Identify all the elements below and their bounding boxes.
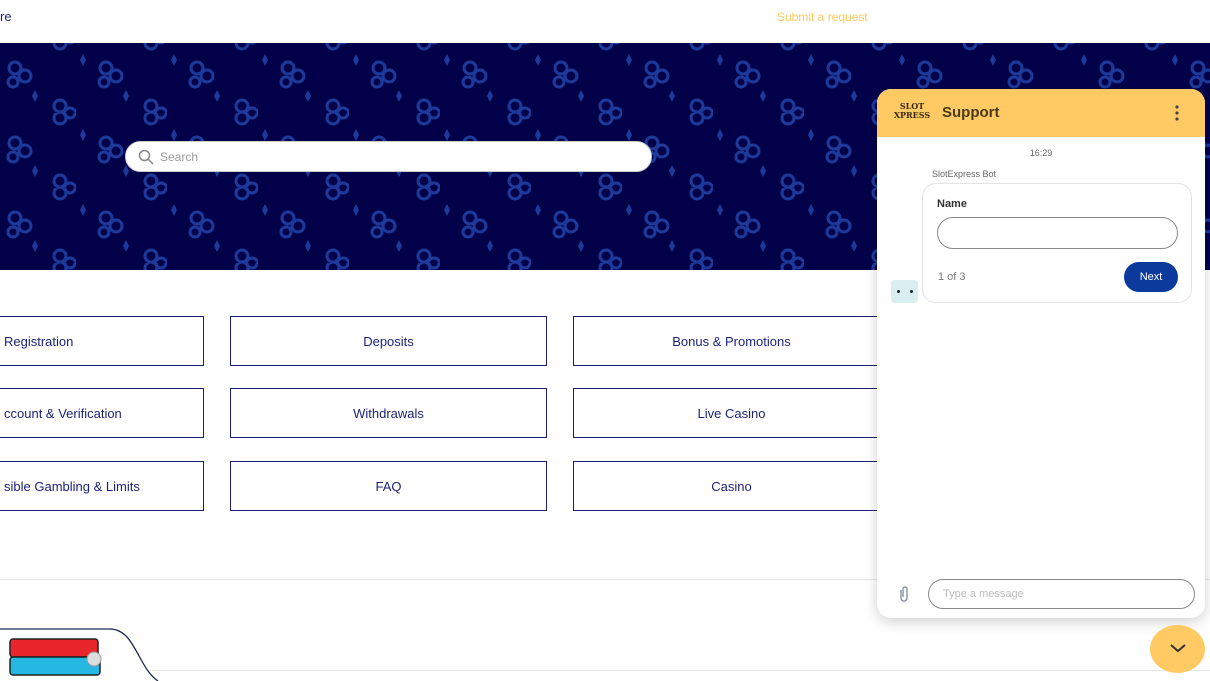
name-label: Name [937,198,967,210]
category-responsible-gambling[interactable]: sible Gambling & Limits [0,461,204,511]
message-input[interactable] [928,579,1195,609]
step-indicator: 1 of 3 [938,271,966,283]
chat-header: SLOT XPRESS Support [877,89,1205,137]
gokken-online-logo[interactable] [8,635,108,677]
sender-name: SlotExpress Bot [932,169,997,179]
category-withdrawals[interactable]: Withdrawals [230,388,547,438]
category-live-casino[interactable]: Live Casino [573,388,890,438]
paperclip-icon[interactable] [897,585,911,603]
category-account-verification[interactable]: ccount & Verification [0,388,204,438]
more-options-icon[interactable] [1170,104,1184,122]
category-casino[interactable]: Casino [573,461,890,511]
top-bar: re Submit a request [0,0,1210,43]
divider [150,670,1210,671]
category-deposits[interactable]: Deposits [230,316,547,366]
category-bonus-promotions[interactable]: Bonus & Promotions [573,316,890,366]
next-button[interactable]: Next [1124,262,1178,292]
search-input[interactable] [160,147,640,167]
search-box[interactable] [125,141,652,172]
chevron-down-icon [1169,643,1186,652]
message-timestamp: 16:29 [1029,148,1053,158]
name-form-card: Name 1 of 3 Next [922,183,1192,303]
chat-toggle-button[interactable] [1150,625,1205,673]
bot-avatar [891,280,918,303]
submit-request-link[interactable]: Submit a request [777,10,868,24]
nav-link[interactable]: re [0,9,12,24]
category-faq[interactable]: FAQ [230,461,547,511]
name-input[interactable] [937,217,1178,249]
search-icon [138,149,154,165]
support-chat-widget: SLOT XPRESS Support 16:29 SlotExpress Bo… [877,89,1205,618]
slotexpress-logo: SLOT XPRESS [893,101,931,120]
chat-title: Support [942,104,1000,121]
category-registration[interactable]: Registration [0,316,204,366]
